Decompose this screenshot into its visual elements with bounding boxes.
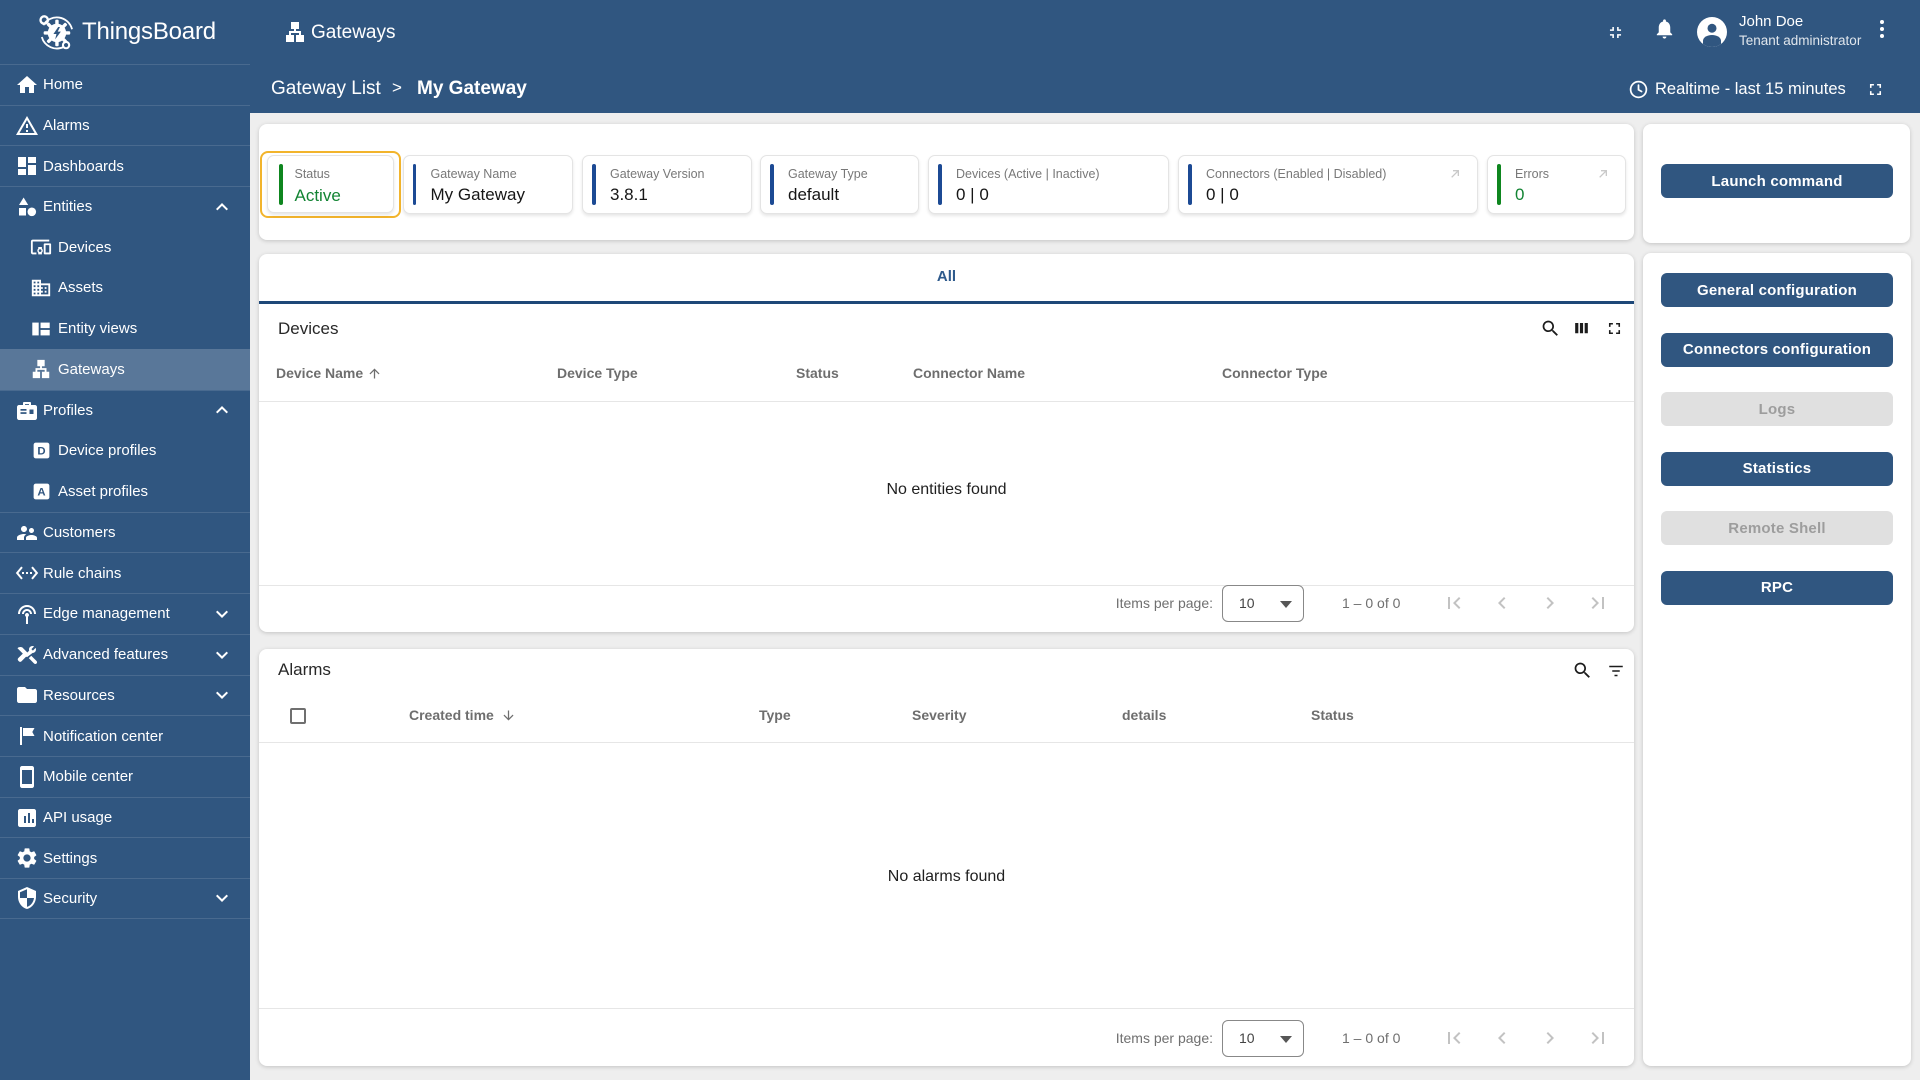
svg-text:D: D: [37, 446, 45, 458]
svg-text:A: A: [37, 486, 45, 498]
